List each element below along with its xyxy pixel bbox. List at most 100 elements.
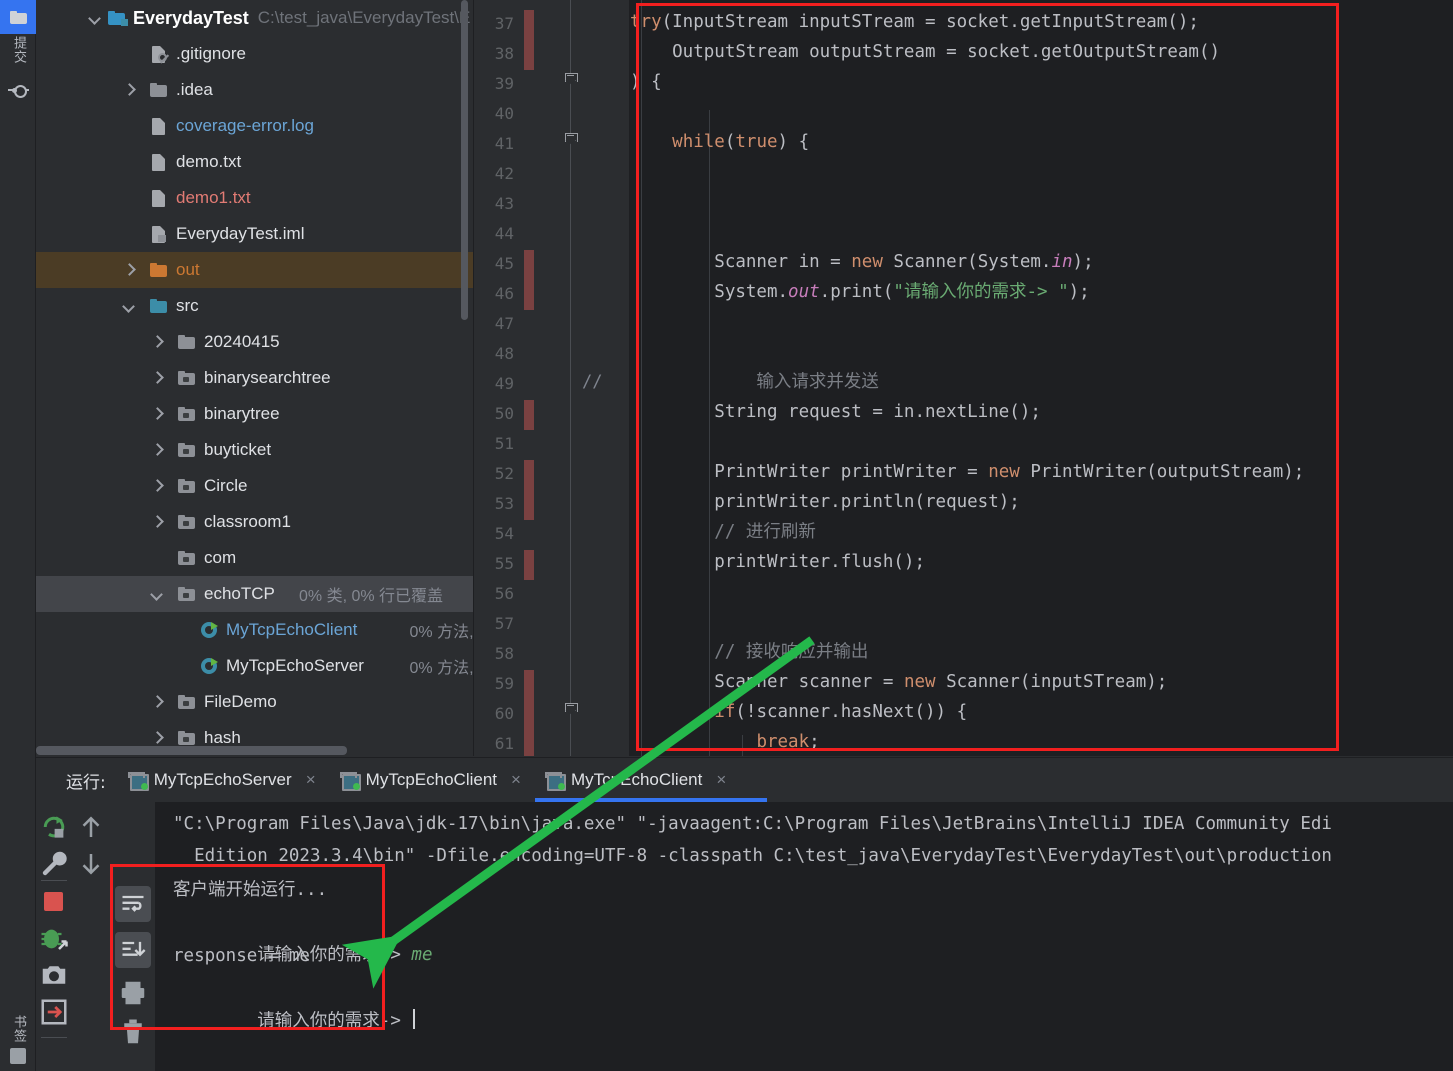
run-tab-2[interactable]: MyTcpEchoClient×: [545, 758, 728, 802]
tree-row-buyticket[interactable]: buyticket: [36, 432, 473, 468]
coverage-bar[interactable]: [524, 730, 534, 756]
code-line-46: System.out.print("请输入你的需求-> ");: [630, 277, 1090, 307]
tree-row-mytcpechoclient[interactable]: MyTcpEchoClient0% 方法, 0% 行: [36, 612, 473, 648]
project-horizontal-scrollbar[interactable]: [36, 746, 347, 755]
scroll-to-end-icon[interactable]: [115, 932, 151, 968]
tree-row-coverage-error-log[interactable]: coverage-error.log: [36, 108, 473, 144]
console-output[interactable]: "C:\Program Files\Java\jdk-17\bin\java.e…: [155, 802, 1453, 1071]
package-icon: [178, 514, 196, 530]
coverage-info: 0% 方法, 0% 行: [410, 654, 474, 678]
export-icon[interactable]: [39, 997, 69, 1027]
tree-item-label: com: [204, 548, 236, 568]
close-icon[interactable]: ×: [509, 770, 523, 790]
toolbar-divider-2: [41, 1037, 67, 1038]
tree-row--gitignore[interactable]: .gitignore: [36, 36, 473, 72]
run-tab-label: MyTcpEchoClient: [366, 770, 497, 790]
code-token: // 进行刷新: [630, 522, 816, 542]
chevron-right-icon[interactable]: [150, 335, 164, 349]
arrow-down-icon[interactable]: [76, 849, 106, 879]
tree-row-project-root[interactable]: EverydayTest C:\test_java\EverydayTest\E: [36, 0, 473, 36]
tree-row-binarytree[interactable]: binarytree: [36, 396, 473, 432]
tree-row-demo-txt[interactable]: demo.txt: [36, 144, 473, 180]
code-fold-icon[interactable]: [565, 703, 576, 714]
code-editor[interactable]: 3738394041424344454647484950515253545556…: [474, 0, 1453, 756]
tree-item-label: coverage-error.log: [176, 116, 314, 136]
chevron-right-icon[interactable]: [150, 731, 164, 745]
camera-snapshot-icon[interactable]: [39, 960, 69, 990]
chevron-right-icon[interactable]: [150, 515, 164, 529]
close-icon[interactable]: ×: [304, 770, 318, 790]
code-token: );: [1069, 282, 1090, 302]
run-tab-1[interactable]: MyTcpEchoClient ×: [340, 758, 523, 802]
code-line-60: if(!scanner.hasNext()) {: [630, 697, 967, 727]
rail-commit-label[interactable]: 提交: [8, 36, 28, 64]
tree-row-src[interactable]: src: [36, 288, 473, 324]
rerun-icon[interactable]: [39, 812, 69, 842]
console-line-6[interactable]: 请输入你的需求->: [173, 973, 415, 1069]
ignore-badge: [158, 53, 167, 62]
coverage-bar[interactable]: [524, 490, 534, 520]
coverage-bar[interactable]: [524, 460, 534, 490]
rail-bottom-icon[interactable]: [10, 1048, 26, 1064]
run-tab-0[interactable]: MyTcpEchoServer×: [128, 758, 318, 802]
tree-row-echotcp[interactable]: echoTCP0% 类, 0% 行已覆盖: [36, 576, 473, 612]
chevron-right-icon[interactable]: [150, 443, 164, 457]
chevron-right-icon[interactable]: [122, 83, 136, 97]
tree-row-mytcpechoserver[interactable]: MyTcpEchoServer0% 方法, 0% 行: [36, 648, 473, 684]
chevron-down-icon[interactable]: [122, 299, 136, 313]
soft-wrap-icon[interactable]: [115, 886, 151, 922]
close-icon[interactable]: ×: [714, 770, 728, 790]
chevron-down-icon[interactable]: [88, 11, 102, 25]
stop-icon[interactable]: [39, 887, 69, 917]
code-line-37: try(InputStream inputSTream = socket.get…: [630, 7, 1199, 37]
project-vertical-scrollbar[interactable]: [461, 0, 468, 320]
iml-file-icon: [150, 226, 168, 242]
editor-gutter[interactable]: 3738394041424344454647484950515253545556…: [474, 0, 629, 756]
tree-row-20240415[interactable]: 20240415: [36, 324, 473, 360]
coverage-bar[interactable]: [524, 250, 534, 280]
branch-icon-dot: [12, 88, 17, 93]
coverage-bar[interactable]: [524, 40, 534, 70]
project-name: EverydayTest: [133, 8, 249, 29]
coverage-bar[interactable]: [524, 670, 534, 700]
chevron-right-icon[interactable]: [150, 695, 164, 709]
chevron-right-icon[interactable]: [150, 479, 164, 493]
coverage-bar[interactable]: [524, 700, 534, 730]
trash-icon[interactable]: [118, 1017, 148, 1047]
rail-project-button[interactable]: [0, 0, 36, 34]
tree-row-out[interactable]: out: [36, 252, 473, 288]
arrow-up-icon[interactable]: [76, 812, 106, 842]
rail-bookmarks-label[interactable]: 书签: [8, 1015, 28, 1043]
wrench-settings-icon[interactable]: [39, 848, 69, 878]
code-fold-icon[interactable]: [565, 73, 576, 84]
tree-row-filedemo[interactable]: FileDemo: [36, 684, 473, 720]
print-icon[interactable]: [118, 978, 148, 1008]
tree-row-classroom1[interactable]: classroom1: [36, 504, 473, 540]
line-number: 50: [480, 404, 514, 423]
tree-row-circle[interactable]: Circle: [36, 468, 473, 504]
coverage-bar[interactable]: [524, 400, 534, 430]
coverage-bar[interactable]: [524, 550, 534, 580]
code-line-55: printWriter.flush();: [630, 547, 925, 577]
code-token: Scanner(inputSTream);: [936, 672, 1168, 692]
chevron-down-icon[interactable]: [150, 587, 164, 601]
fold-guide-line: [570, 0, 571, 756]
tree-row-binarysearchtree[interactable]: binarysearchtree: [36, 360, 473, 396]
chevron-right-icon[interactable]: [150, 371, 164, 385]
line-number: 41: [480, 134, 514, 153]
debug-icon[interactable]: [39, 924, 69, 954]
project-tree-panel[interactable]: EverydayTest C:\test_java\EverydayTest\E…: [36, 0, 473, 756]
console-line-1: "C:\Program Files\Java\jdk-17\bin\java.e…: [173, 808, 1332, 840]
run-toolbar-primary: [36, 802, 72, 1071]
chevron-right-icon[interactable]: [122, 263, 136, 277]
code-text-area[interactable]: try(InputStream inputSTream = socket.get…: [630, 0, 1453, 756]
code-token: (InputStream inputSTream = socket.getInp…: [662, 12, 1199, 32]
tree-row-demo1-txt[interactable]: demo1.txt: [36, 180, 473, 216]
tree-row-com[interactable]: com: [36, 540, 473, 576]
coverage-bar[interactable]: [524, 280, 534, 310]
tree-row--idea[interactable]: .idea: [36, 72, 473, 108]
coverage-bar[interactable]: [524, 10, 534, 40]
chevron-right-icon[interactable]: [150, 407, 164, 421]
tree-row-everydaytest-iml[interactable]: EverydayTest.iml: [36, 216, 473, 252]
code-fold-icon[interactable]: [565, 133, 576, 144]
